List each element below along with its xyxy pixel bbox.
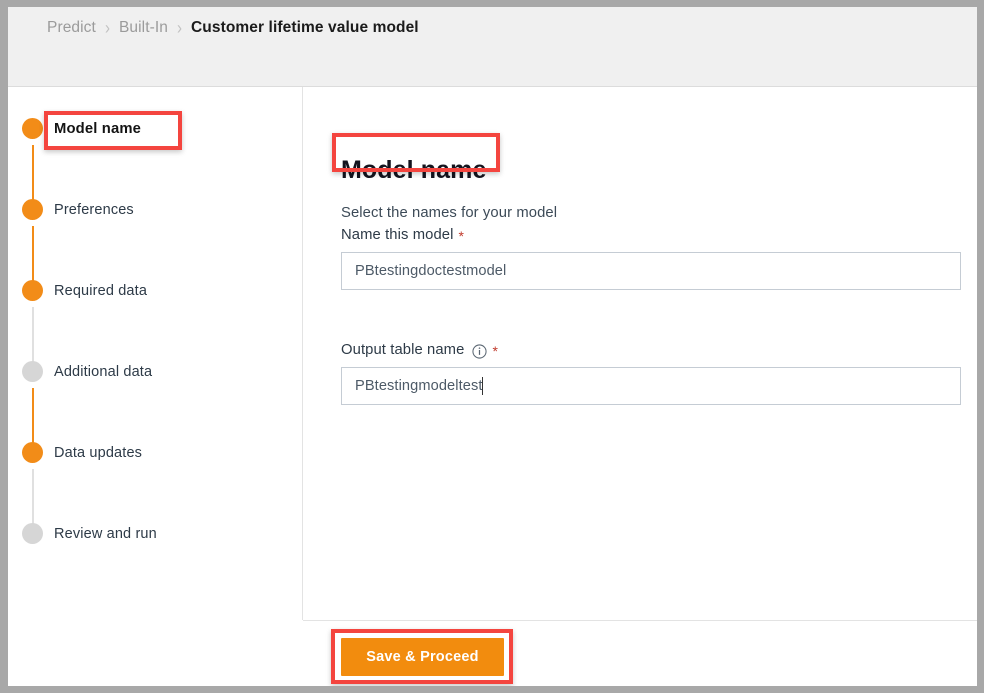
page-title: Model name: [341, 155, 487, 184]
footer-bar: Save & Proceed: [303, 621, 977, 686]
step-status-dot-done: [22, 280, 43, 301]
field-label-row: Output table name *: [341, 342, 961, 359]
step-label: Additional data: [54, 364, 153, 380]
sidebar-item-preferences[interactable]: Preferences: [8, 195, 302, 225]
breadcrumb: Predict › Built-In › Customer lifetime v…: [47, 17, 419, 39]
wizard-stepper: Model name Preferences Required data Add…: [8, 87, 302, 620]
step-connector-1: [31, 145, 34, 202]
sidebar-item-review-and-run[interactable]: Review and run: [8, 519, 302, 549]
breadcrumb-item-predict[interactable]: Predict: [47, 19, 96, 37]
sidebar-item-model-name[interactable]: Model name: [8, 114, 302, 144]
required-marker: *: [492, 343, 499, 359]
step-connector-5: [31, 469, 34, 526]
step-label: Model name: [54, 121, 142, 137]
required-marker: *: [458, 228, 465, 244]
step-connector-2: [31, 226, 34, 283]
step-status-dot-done: [22, 199, 43, 220]
save-and-proceed-button[interactable]: Save & Proceed: [341, 638, 504, 676]
step-label: Review and run: [54, 526, 157, 542]
field-label-row: Name this model *: [341, 227, 961, 243]
step-label: Required data: [54, 283, 148, 299]
sidebar-item-additional-data[interactable]: Additional data: [8, 357, 302, 387]
breadcrumb-item-built-in[interactable]: Built-In: [119, 19, 168, 37]
body-area: Model name Preferences Required data Add…: [8, 87, 977, 686]
window-frame: Predict › Built-In › Customer lifetime v…: [0, 0, 984, 693]
step-label: Preferences: [54, 202, 134, 218]
model-name-input[interactable]: [341, 252, 961, 290]
field-label-text: Output table name: [341, 342, 465, 358]
app-window: Predict › Built-In › Customer lifetime v…: [8, 7, 977, 686]
main-content: Model name Select the names for your mod…: [303, 87, 977, 620]
breadcrumb-item-current: Customer lifetime value model: [191, 19, 419, 36]
step-status-dot-pending: [22, 361, 43, 382]
step-status-dot-done: [22, 442, 43, 463]
step-connector-4: [31, 388, 34, 445]
step-connector-3: [31, 307, 34, 364]
field-output-table-name: Output table name *: [341, 342, 961, 405]
field-name-this-model: Name this model *: [341, 227, 961, 290]
page-subtitle: Select the names for your model: [341, 204, 558, 221]
step-status-dot-done: [22, 118, 43, 139]
text-cursor: [482, 377, 483, 395]
header-bar: Predict › Built-In › Customer lifetime v…: [8, 7, 977, 87]
step-status-dot-pending: [22, 523, 43, 544]
field-label-text: Name this model: [341, 227, 454, 243]
chevron-right-icon: ›: [177, 17, 182, 39]
info-circle-icon[interactable]: [472, 343, 488, 359]
sidebar-item-data-updates[interactable]: Data updates: [8, 438, 302, 468]
output-table-name-input[interactable]: [341, 367, 961, 405]
sidebar-item-required-data[interactable]: Required data: [8, 276, 302, 306]
step-label: Data updates: [54, 445, 143, 461]
chevron-right-icon: ›: [104, 17, 110, 39]
